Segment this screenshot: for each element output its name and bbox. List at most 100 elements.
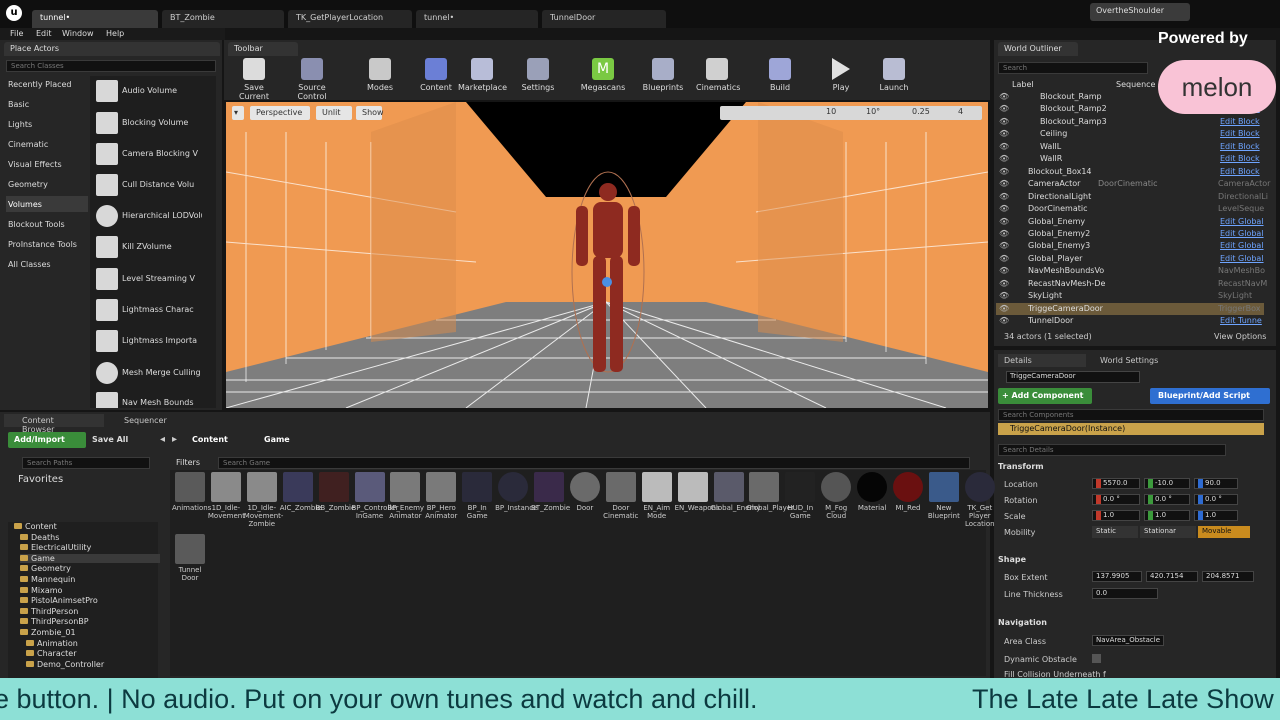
category-cinematic[interactable]: Cinematic bbox=[8, 140, 48, 149]
doc-tab-tunnel[interactable]: tunnel• bbox=[32, 10, 158, 28]
volume-item[interactable]: Audio Volume bbox=[96, 78, 208, 106]
content-button[interactable]: Content bbox=[418, 58, 454, 96]
favorites-label[interactable]: Favorites bbox=[18, 474, 63, 485]
rotation-z-field[interactable]: 0.0 ° bbox=[1194, 494, 1238, 505]
asset-tile[interactable]: HUD_In Game bbox=[782, 472, 818, 520]
outliner-row-type[interactable]: Edit Block bbox=[1220, 167, 1260, 176]
visibility-eye-icon[interactable]: 👁 bbox=[999, 316, 1009, 325]
rotation-y-field[interactable]: 0.0 ° bbox=[1144, 494, 1190, 505]
folder-tree-item[interactable]: ThirdPersonBP bbox=[20, 617, 89, 626]
outliner-row-type[interactable]: Edit Global bbox=[1220, 254, 1264, 263]
asset-tile[interactable]: Animations bbox=[172, 472, 211, 512]
component-instance-row[interactable]: TriggeCameraDoor(Instance) bbox=[998, 423, 1264, 435]
folder-tree-item[interactable]: Character bbox=[26, 649, 77, 658]
volume-item[interactable]: Hierarchical LODVolu bbox=[96, 203, 208, 231]
volume-item[interactable]: Level Streaming V bbox=[96, 266, 208, 294]
visibility-eye-icon[interactable]: 👁 bbox=[999, 129, 1009, 138]
asset-tile[interactable]: Material bbox=[854, 472, 890, 512]
visibility-eye-icon[interactable]: 👁 bbox=[999, 266, 1009, 275]
visibility-eye-icon[interactable]: 👁 bbox=[999, 142, 1009, 151]
outliner-row-type[interactable]: Edit Tunne bbox=[1220, 316, 1262, 325]
asset-tile[interactable]: M_Fog Cloud bbox=[818, 472, 854, 520]
outliner-row[interactable]: 👁 WallR Edit Block bbox=[996, 153, 1264, 165]
folder-tree-item[interactable]: Geometry bbox=[20, 564, 71, 573]
volume-item[interactable]: Mesh Merge Culling V bbox=[96, 360, 208, 388]
asset-tile[interactable]: BB_Zombie bbox=[316, 472, 355, 512]
marketplace-button[interactable]: Marketplace bbox=[458, 58, 507, 96]
transform-section-header[interactable]: Transform bbox=[998, 462, 1044, 471]
category-blockout-tools[interactable]: Blockout Tools bbox=[8, 220, 65, 229]
scale-x-field[interactable]: 1.0 bbox=[1092, 510, 1140, 521]
folder-tree-item[interactable]: ElectricalUtility bbox=[20, 543, 91, 552]
location-x-field[interactable]: 5570.0 bbox=[1092, 478, 1140, 489]
settings-button[interactable]: Settings bbox=[520, 58, 556, 96]
category-geometry[interactable]: Geometry bbox=[8, 180, 48, 189]
menu-file[interactable]: File bbox=[10, 29, 23, 38]
rotation-snap-value[interactable]: 10° bbox=[866, 107, 880, 116]
visibility-eye-icon[interactable]: 👁 bbox=[999, 154, 1009, 163]
outliner-row[interactable]: 👁 NavMeshBoundsVo NavMeshBo bbox=[996, 265, 1265, 277]
category-volumes[interactable]: Volumes bbox=[8, 200, 42, 209]
doc-tab-tunneldoor[interactable]: TunnelDoor bbox=[542, 10, 666, 28]
outliner-row[interactable]: 👁 WallL Edit Block bbox=[996, 141, 1264, 153]
add-import-button[interactable]: Add/Import bbox=[8, 432, 86, 448]
asset-tile[interactable]: MI_Red bbox=[890, 472, 926, 512]
asset-tile[interactable]: BP_Instance bbox=[495, 472, 537, 512]
doc-tab-bt-zombie[interactable]: BT_Zombie bbox=[162, 10, 284, 28]
visibility-eye-icon[interactable]: 👁 bbox=[999, 291, 1009, 300]
area-class-dropdown[interactable]: NavArea_Obstacle bbox=[1092, 635, 1164, 646]
visibility-eye-icon[interactable]: 👁 bbox=[999, 304, 1009, 313]
asset-tile[interactable]: 1D_Idle-Movement-Zombie bbox=[244, 472, 283, 528]
unlit-button[interactable]: Unlit bbox=[316, 106, 352, 120]
outliner-row[interactable]: 👁 TriggeCameraDoor TriggerBox bbox=[996, 302, 1264, 315]
visibility-eye-icon[interactable]: 👁 bbox=[999, 241, 1009, 250]
save-all-button[interactable]: Save All bbox=[92, 435, 128, 444]
category-recently-placed[interactable]: Recently Placed bbox=[8, 80, 72, 89]
forward-arrow-icon[interactable]: ▸ bbox=[172, 434, 177, 445]
outliner-row[interactable]: 👁 Ceiling Edit Block bbox=[996, 128, 1264, 140]
asset-tile[interactable]: EN_Aim Mode bbox=[639, 472, 675, 520]
visibility-eye-icon[interactable]: 👁 bbox=[999, 167, 1009, 176]
filters-button[interactable]: Filters bbox=[176, 458, 200, 467]
visibility-eye-icon[interactable]: 👁 bbox=[999, 229, 1009, 238]
asset-tile[interactable]: Tunnel Door bbox=[172, 534, 208, 582]
volume-item[interactable]: Blocking Volume bbox=[96, 110, 208, 138]
folder-tree-item[interactable]: Content bbox=[14, 522, 57, 531]
category-visual-effects[interactable]: Visual Effects bbox=[8, 160, 62, 169]
user-tab[interactable]: OvertheShoulder bbox=[1090, 3, 1190, 21]
folder-tree-item[interactable]: ThirdPerson bbox=[20, 607, 78, 616]
outliner-row[interactable]: 👁 CameraActor DoorCinematic CameraActor bbox=[996, 178, 1270, 190]
volume-item[interactable]: Kill ZVolume bbox=[96, 234, 208, 262]
viewport-options-button[interactable]: ▾ bbox=[232, 106, 244, 120]
folder-tree-item[interactable]: Deaths bbox=[20, 533, 59, 542]
doc-tab-tk-getplayerlocation[interactable]: TK_GetPlayerLocation bbox=[288, 10, 412, 28]
asset-tile[interactable]: Global_Player bbox=[746, 472, 794, 512]
search-game-input[interactable]: Search Game bbox=[218, 457, 970, 469]
volume-item[interactable]: Cull Distance Volu bbox=[96, 172, 208, 200]
outliner-row[interactable]: 👁 Global_Enemy3 Edit Global bbox=[996, 240, 1264, 252]
visibility-eye-icon[interactable]: 👁 bbox=[999, 192, 1009, 201]
level-viewport[interactable] bbox=[226, 102, 988, 408]
visibility-eye-icon[interactable]: 👁 bbox=[999, 204, 1009, 213]
view-options-button[interactable]: View Options bbox=[1214, 332, 1266, 341]
mobility-movable-option[interactable]: Movable bbox=[1198, 526, 1250, 538]
blueprint-add-script-button[interactable]: Blueprint/Add Script bbox=[1150, 388, 1270, 404]
location-z-field[interactable]: 90.0 bbox=[1194, 478, 1238, 489]
scale-y-field[interactable]: 1.0 bbox=[1144, 510, 1190, 521]
megascans-button[interactable]: M Megascans bbox=[580, 58, 626, 96]
outliner-row[interactable]: 👁 Global_Enemy2 Edit Global bbox=[996, 228, 1264, 240]
modes-button[interactable]: Modes bbox=[362, 58, 398, 96]
asset-tile[interactable]: 1D_Idle-Movement bbox=[208, 472, 245, 520]
outliner-row[interactable]: 👁 RecastNavMesh-De RecastNavM bbox=[996, 278, 1267, 290]
outliner-row[interactable]: 👁 SkyLight SkyLight bbox=[996, 290, 1264, 302]
category-proinstance-tools[interactable]: ProInstance Tools bbox=[8, 240, 77, 249]
volume-item[interactable]: Nav Mesh Bounds bbox=[96, 390, 208, 408]
search-components-input[interactable]: Search Components bbox=[998, 409, 1264, 421]
mobility-static-option[interactable]: Static bbox=[1092, 526, 1138, 538]
menu-window[interactable]: Window bbox=[62, 29, 94, 38]
scale-snap-value[interactable]: 0.25 bbox=[912, 107, 930, 116]
location-y-field[interactable]: -10.0 bbox=[1144, 478, 1190, 489]
shape-section-header[interactable]: Shape bbox=[998, 555, 1026, 564]
asset-tile[interactable]: BP_Hero Animator bbox=[423, 472, 459, 520]
visibility-eye-icon[interactable]: 👁 bbox=[999, 117, 1009, 126]
